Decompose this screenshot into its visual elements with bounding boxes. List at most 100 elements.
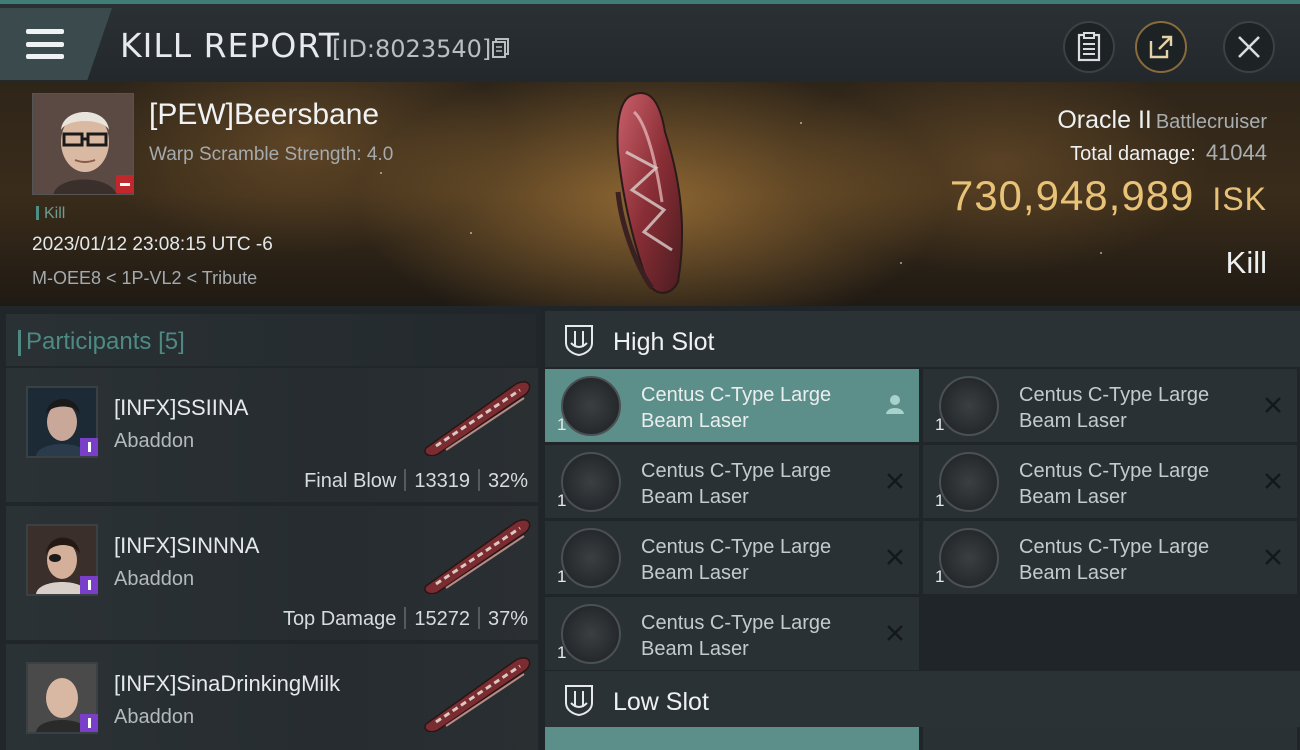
fitting-panel: High Slot 1 Centus C-Type Large Beam Las… <box>540 306 1300 750</box>
menu-button[interactable] <box>0 8 112 80</box>
module-name: Centus C-Type Large Beam Laser <box>1019 384 1210 432</box>
copy-icon[interactable] <box>492 38 510 58</box>
x-mark-icon <box>1265 397 1281 413</box>
module-slot[interactable]: 1 Centus C-Type Large Beam Laser <box>923 369 1297 442</box>
victim-panel: [PEW]Beersbane Warp Scramble Strength: 4… <box>0 82 1300 306</box>
kill-result-label: Kill <box>1225 245 1267 280</box>
shield-slot-icon <box>565 685 593 717</box>
module-slot[interactable]: 1 Centus C-Type Large Beam Laser <box>545 369 919 442</box>
participant-card[interactable]: [INFX]SinaDrinkingMilk Abaddon <box>6 644 538 750</box>
participant-ship: Abaddon <box>114 568 195 590</box>
victim-name[interactable]: [PEW]Beersbane <box>149 98 379 132</box>
shield-slot-icon <box>565 325 593 357</box>
laser-module-icon <box>939 376 999 436</box>
total-damage-label: Total damage: <box>1070 143 1196 165</box>
corp-badge <box>80 576 98 594</box>
laser-module-icon <box>561 452 621 512</box>
ship-name: Oracle II <box>1057 106 1152 134</box>
module-slot[interactable]: 1 Centus C-Type Large Beam Laser <box>545 597 919 670</box>
clipboard-icon <box>1077 32 1101 62</box>
x-mark-icon <box>1265 473 1281 489</box>
warp-scramble-strength: Warp Scramble Strength: 4.0 <box>149 144 394 165</box>
isk-amount: 730,948,989 <box>949 172 1195 219</box>
hostile-badge <box>116 175 134 193</box>
share-icon <box>1149 35 1173 59</box>
participant-card[interactable]: [INFX]SSIINA Abaddon Final Blow 13319 32% <box>6 368 538 502</box>
participant-card[interactable]: [INFX]SINNNA Abaddon Top Damage 15272 37% <box>6 506 538 640</box>
share-button[interactable] <box>1135 21 1187 73</box>
module-quantity: 1 <box>557 415 567 434</box>
module-name: Centus C-Type Large Beam Laser <box>641 460 832 508</box>
kill-tag: Kill <box>36 205 65 223</box>
module-name: Centus C-Type Large Beam Laser <box>641 384 832 432</box>
isk-unit: ISK <box>1212 181 1267 217</box>
high-slot-label: High Slot <box>613 328 715 356</box>
module-slot[interactable]: 1 Centus C-Type Large Beam Laser <box>545 521 919 594</box>
module-name: Centus C-Type Large Beam Laser <box>641 612 832 660</box>
kill-datetime: 2023/01/12 23:08:15 UTC -6 <box>32 234 273 255</box>
module-quantity: 1 <box>557 567 567 586</box>
close-icon <box>1238 36 1260 58</box>
participant-ship-image <box>424 657 531 732</box>
x-mark-icon <box>1265 549 1281 565</box>
participant-percent: 32% <box>487 470 528 492</box>
participant-name: [INFX]SINNNA <box>114 533 260 558</box>
laser-module-icon <box>561 376 621 436</box>
participant-ship-image <box>424 381 531 456</box>
corp-badge <box>80 714 98 732</box>
isk-value: 730,948,989 ISK <box>950 172 1267 220</box>
module-slot[interactable]: 1 Centus C-Type Large Beam Laser <box>923 521 1297 594</box>
laser-module-icon <box>561 604 621 664</box>
close-button[interactable] <box>1223 21 1275 73</box>
participant-name: [INFX]SinaDrinkingMilk <box>114 671 341 696</box>
module-slot[interactable] <box>923 727 1297 750</box>
participant-ship-image <box>424 519 531 594</box>
participant-role: Top Damage <box>282 608 397 630</box>
victim-ship-image[interactable] <box>560 82 740 306</box>
module-quantity: 1 <box>557 643 567 662</box>
page-title: KILL REPORT <box>120 26 340 65</box>
participant-percent: 37% <box>487 608 528 630</box>
hamburger-icon <box>26 29 64 59</box>
clipboard-button[interactable] <box>1063 21 1115 73</box>
kill-report-id: [ID:8023540] <box>332 35 492 63</box>
participant-damage: 13319 <box>414 470 470 492</box>
x-mark-icon <box>887 473 903 489</box>
laser-module-icon <box>939 452 999 512</box>
high-slot-header: High Slot <box>545 311 1300 367</box>
participants-panel: Participants [5] [INFX]SSIINA Abaddon Fi… <box>0 306 540 750</box>
x-mark-icon <box>887 625 903 641</box>
module-name: Centus C-Type Large Beam Laser <box>1019 536 1210 584</box>
module-slot[interactable]: 1 Centus C-Type Large Beam Laser <box>545 445 919 518</box>
victim-ship-name[interactable]: Oracle II Battlecruiser <box>1057 106 1267 135</box>
module-quantity: 1 <box>935 567 945 586</box>
laser-module-icon <box>939 528 999 588</box>
pilot-icon <box>886 395 904 414</box>
participant-ship: Abaddon <box>114 706 195 728</box>
x-mark-icon <box>887 549 903 565</box>
participant-stats: Top Damage 15272 37% <box>283 607 528 631</box>
participant-name: [INFX]SSIINA <box>114 395 249 420</box>
module-slot[interactable] <box>545 727 919 750</box>
participant-stats: Final Blow 13319 32% <box>304 469 528 493</box>
participant-role: Final Blow <box>304 470 397 492</box>
module-quantity: 1 <box>557 491 567 510</box>
participants-header: Participants [5] <box>6 314 536 366</box>
participants-title: Participants [5] <box>18 328 185 356</box>
module-name: Centus C-Type Large Beam Laser <box>641 536 832 584</box>
module-quantity: 1 <box>935 491 945 510</box>
laser-module-icon <box>561 528 621 588</box>
module-quantity: 1 <box>935 415 945 434</box>
total-damage-value: 41044 <box>1205 140 1267 165</box>
low-slot-label: Low Slot <box>613 688 709 716</box>
total-damage: Total damage: 41044 <box>1070 140 1267 166</box>
module-slot[interactable]: 1 Centus C-Type Large Beam Laser <box>923 445 1297 518</box>
participants-count: [5] <box>158 328 185 355</box>
kill-location[interactable]: M-OEE8 < 1P-VL2 < Tribute <box>32 268 257 289</box>
module-name: Centus C-Type Large Beam Laser <box>1019 460 1210 508</box>
low-slot-header: Low Slot <box>545 671 1300 727</box>
top-bar: KILL REPORT [ID:8023540] <box>0 0 1300 82</box>
ship-class: Battlecruiser <box>1155 111 1267 133</box>
participant-damage: 15272 <box>414 608 470 630</box>
participant-ship: Abaddon <box>114 430 195 452</box>
